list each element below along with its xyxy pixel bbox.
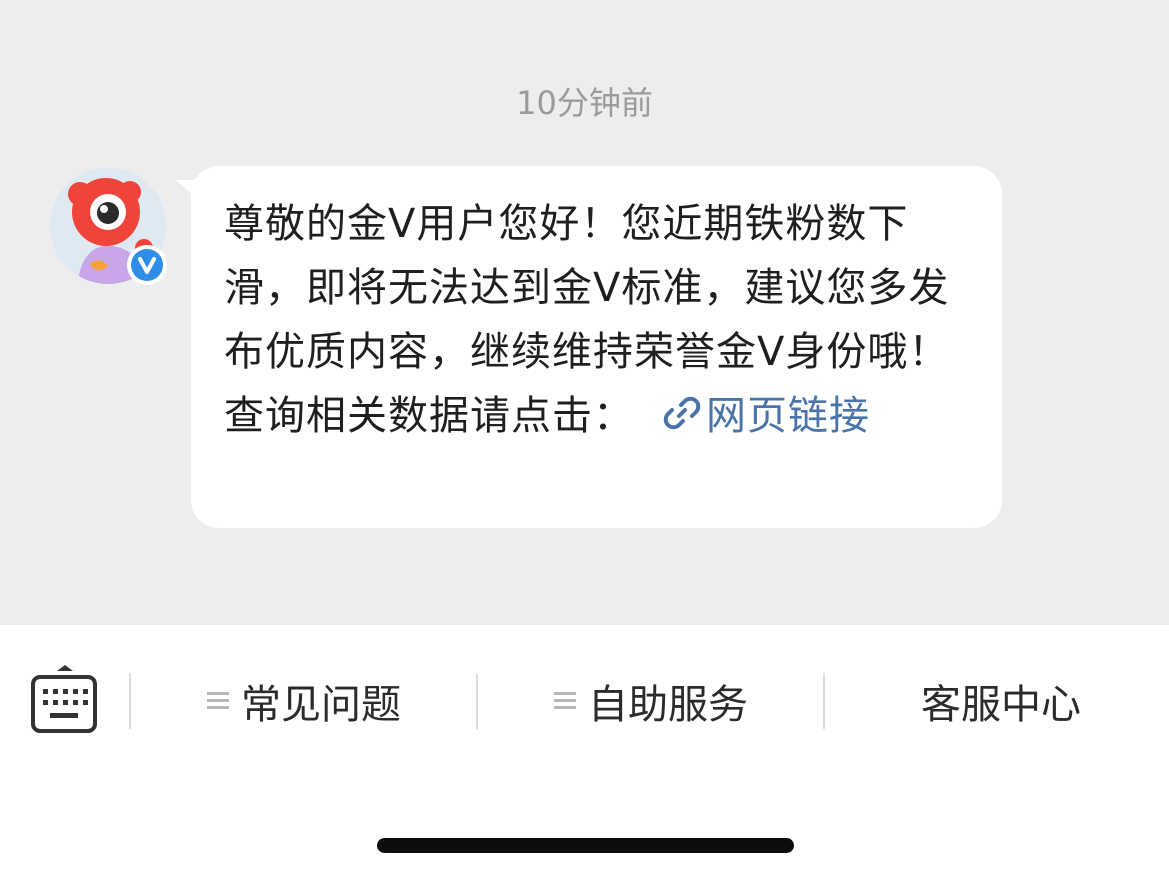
- self-service-label: 自助服务: [588, 682, 748, 728]
- menu-icon: [554, 692, 576, 710]
- verified-v-icon: [131, 249, 163, 281]
- keyboard-toggle-button[interactable]: [30, 665, 100, 735]
- message-text: 尊敬的金Ⅴ用户您好！您近期铁粉数下滑，即将无法达到金Ⅴ标准，建议您多发布优质内容…: [224, 192, 964, 448]
- message-timestamp: 10分钟前: [516, 84, 653, 122]
- menu-icon: [207, 692, 229, 710]
- message-bubble: 尊敬的金Ⅴ用户您好！您近期铁粉数下滑，即将无法达到金Ⅴ标准，建议您多发布优质内容…: [191, 166, 1002, 528]
- keyboard-icon: [31, 665, 97, 733]
- self-service-button[interactable]: 自助服务: [478, 675, 824, 728]
- home-indicator[interactable]: [377, 838, 794, 853]
- verified-badge: [127, 245, 167, 285]
- link-icon: [663, 396, 701, 430]
- faq-button[interactable]: 常见问题: [131, 675, 477, 728]
- link-label[interactable]: 网页链接: [706, 393, 870, 439]
- customer-service-button[interactable]: 客服中心: [825, 675, 1169, 728]
- web-link[interactable]: 网页链接: [662, 393, 870, 439]
- bottom-toolbar: 常见问题 自助服务 客服中心: [0, 625, 1169, 775]
- chat-area: 10分钟前 尊敬的金Ⅴ用户您好！您近期铁粉数下滑，即将无法达到金Ⅴ标准，建议您多…: [0, 0, 1169, 625]
- customer-service-label: 客服中心: [921, 682, 1081, 728]
- faq-label: 常见问题: [241, 682, 401, 728]
